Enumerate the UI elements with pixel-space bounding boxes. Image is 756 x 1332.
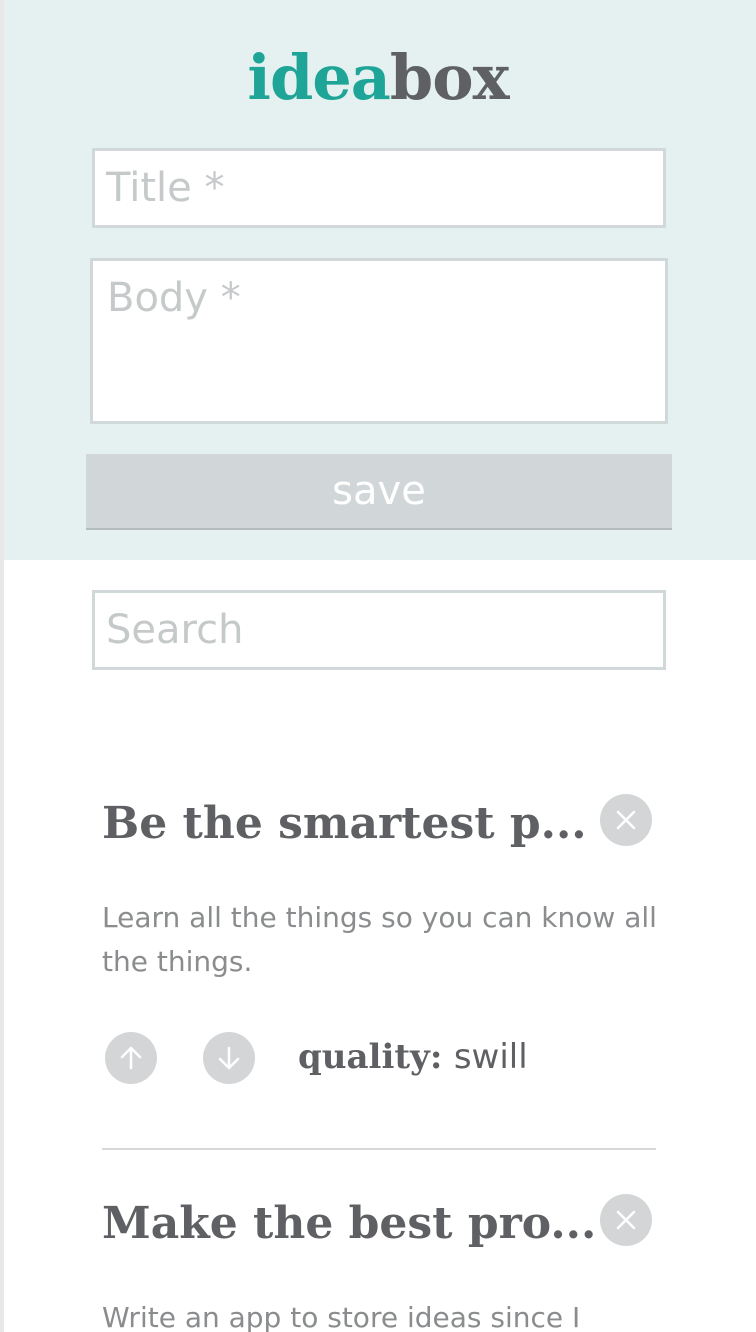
arrow-up-icon bbox=[117, 1044, 145, 1072]
downvote-button[interactable] bbox=[203, 1032, 255, 1084]
logo-accent-text: idea bbox=[247, 41, 391, 114]
idea-title[interactable]: Make the best pro... bbox=[102, 1196, 596, 1252]
logo-rest-text: box bbox=[389, 41, 510, 114]
app-logo: ideabox bbox=[0, 38, 756, 118]
idea-body[interactable]: Learn all the things so you can know all… bbox=[102, 896, 662, 984]
delete-idea-button[interactable] bbox=[600, 794, 652, 846]
search-input[interactable] bbox=[92, 590, 666, 670]
quality-value: swill bbox=[453, 1037, 528, 1077]
save-button[interactable]: save bbox=[86, 454, 672, 530]
idea-title[interactable]: Be the smartest p... bbox=[102, 796, 587, 852]
delete-idea-button[interactable] bbox=[600, 1194, 652, 1246]
idea-body[interactable]: Write an app to store ideas since I bbox=[102, 1296, 662, 1332]
quality-label: quality: bbox=[298, 1037, 443, 1077]
arrow-down-icon bbox=[215, 1044, 243, 1072]
body-input[interactable] bbox=[90, 258, 668, 424]
close-icon bbox=[615, 809, 637, 831]
title-input[interactable] bbox=[92, 148, 666, 228]
card-divider bbox=[102, 1148, 656, 1150]
quality-indicator: quality: swill bbox=[298, 1034, 528, 1080]
upvote-button[interactable] bbox=[105, 1032, 157, 1084]
close-icon bbox=[615, 1209, 637, 1231]
